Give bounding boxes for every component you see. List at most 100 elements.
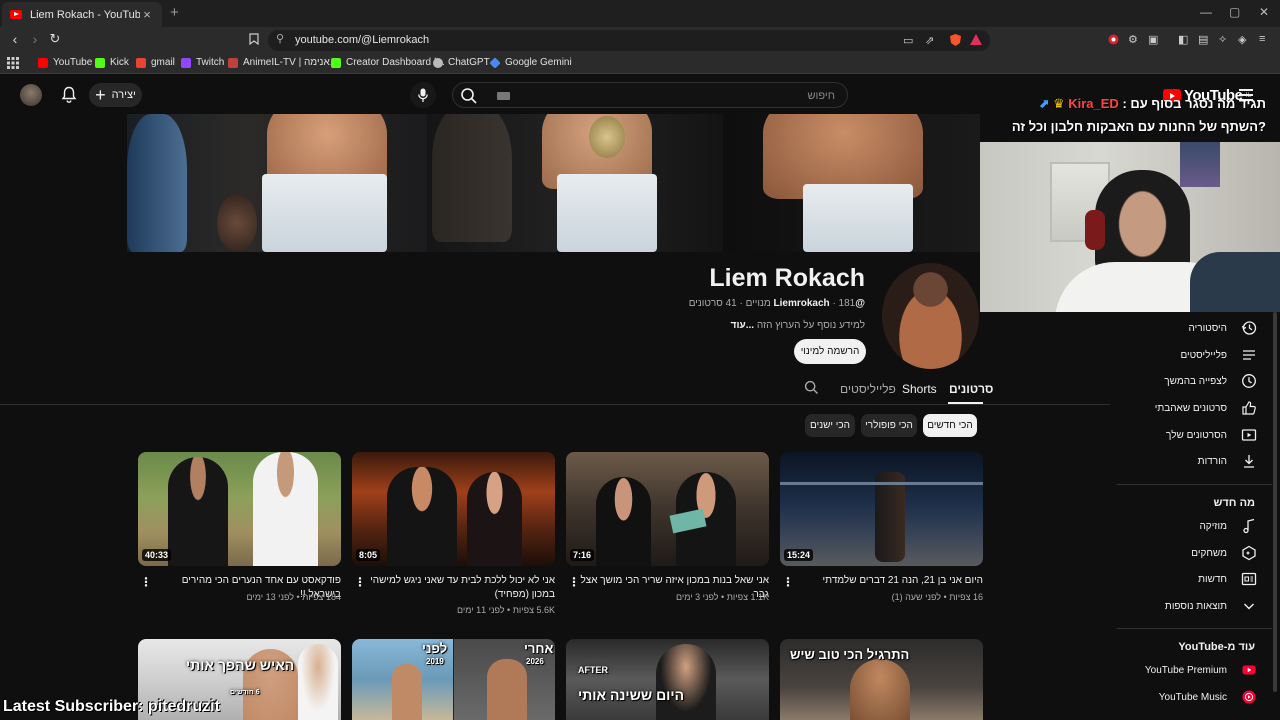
extensions-icon[interactable]: ⚙ [1128,33,1138,46]
tab-title: Liem Rokach - YouTube [30,8,140,21]
sidebar-item-youtube-music[interactable]: YouTube Music [1117,684,1257,710]
like-icon [1241,400,1257,416]
sidebar-item-label: סרטונים שאהבתי [1154,402,1227,414]
gaming-icon [1241,545,1257,561]
video-thumbnail[interactable]: לפני 2019 אחרי 2026 [352,639,555,720]
create-button[interactable]: + יצירה [89,83,142,107]
bookmark-gemini[interactable]: Google Gemini [489,56,572,69]
voice-search-button[interactable] [410,82,436,108]
search-icon[interactable] [460,87,478,108]
cast-icon[interactable]: ▭ [903,34,913,47]
extension-record-icon[interactable] [1108,34,1119,48]
webcam-chair [1190,252,1280,312]
close-tab-icon[interactable]: × [140,7,154,22]
sidebar-item-history[interactable]: היסטוריה [1117,315,1257,341]
chip-oldest[interactable]: הכי ישנים [805,414,855,437]
bookmark-kick[interactable]: Kick [95,57,129,68]
video-title[interactable]: אני לא יכול ללכת לבית עד שאני ניגש למישה… [365,574,555,602]
tab-playlists[interactable]: פלייליסטים [840,382,896,396]
alert-text: תגיד מה נסגר בסוף עם : [1122,96,1266,111]
site-info-icon[interactable]: ⚲ [276,32,284,45]
subscribe-button[interactable]: הרשמה למינוי [794,339,866,364]
video-meta: 1.1K צפיות • לפני 3 ימים [676,592,769,602]
chip-popular[interactable]: הכי פופולרי [861,414,917,437]
video-thumbnail[interactable]: התרגיל הכי טוב שיש [780,639,983,720]
sidebar-item-youtube-premium[interactable]: YouTube Premium [1117,657,1257,683]
sidebar-item-playlists[interactable]: פלייליסטים [1117,342,1257,368]
account-avatar[interactable] [20,84,42,106]
extension-box-icon[interactable]: ▣ [1148,33,1158,46]
minimize-icon[interactable]: — [1200,5,1212,19]
sidebar-item-news[interactable]: חדשות [1117,566,1257,592]
bookmark-creator-dashboard[interactable]: Creator Dashboard |... [331,57,445,68]
sidebar-item-your-videos[interactable]: הסרטונים שלך [1117,422,1257,448]
tab-videos[interactable]: סרטונים [949,382,993,396]
webcam-poster [1180,142,1220,187]
video-thumbnail[interactable]: 8:05 [352,452,555,566]
thumbnail-text: אחרי [524,641,554,656]
vpn-icon[interactable]: ◈ [1238,33,1246,46]
back-icon[interactable]: ‹ [6,31,24,47]
forward-icon[interactable]: › [26,31,44,47]
bookmark-chatgpt[interactable]: ChatGPT [433,57,490,68]
reload-icon[interactable]: ↻ [46,31,64,47]
video-duration: 8:05 [356,549,381,561]
bookmark-twitch[interactable]: Twitch [181,57,224,68]
video-duration: 40:33 [142,549,172,561]
sidebar-item-downloads[interactable]: הורדות [1117,448,1257,474]
video-thumbnail[interactable]: 7:16 [566,452,769,566]
sidebar-item-music[interactable]: מוזיקה [1117,513,1257,539]
thumbnail-text: היום ששינה אותי [578,687,685,703]
apps-grid-icon[interactable] [7,57,19,69]
leo-ai-icon[interactable]: ✧ [1218,33,1227,46]
sidebar-item-watch-later[interactable]: לצפייה בהמשך [1117,368,1257,394]
sidebar-item-label: היסטוריה [1188,322,1228,334]
video-menu-icon[interactable]: ⋮ [140,575,152,589]
browser-menu-icon[interactable]: ≡ [1259,33,1265,45]
notifications-bell-icon[interactable] [61,86,77,107]
bookmark-gmail[interactable]: gmail [136,57,175,68]
browser-tab[interactable]: Liem Rokach - YouTube × [2,2,162,27]
maximize-icon[interactable]: ▢ [1229,5,1240,19]
brave-rewards-icon[interactable] [970,34,982,48]
sidebar-item-more-results[interactable]: תוצאות נוספות [1117,593,1257,619]
channel-avatar[interactable] [882,263,979,369]
bookmark-icon[interactable] [249,33,259,48]
thumbnail-figure [487,659,527,720]
video-menu-icon[interactable]: ⋮ [354,575,366,589]
brave-shield-icon[interactable] [949,33,962,50]
keyboard-icon[interactable] [497,92,510,100]
video-menu-icon[interactable]: ⋮ [782,575,794,589]
description-more-link[interactable]: ...עוד [731,320,754,331]
thumbnail-figure [392,664,422,720]
share-icon[interactable]: ⇗ [925,34,934,47]
thumbnail-figure [875,472,905,562]
medal-icon [589,116,625,158]
new-tab-icon[interactable]: + [170,4,179,21]
sidebar-item-label: YouTube Premium [1144,664,1227,676]
sidebar-scrollbar[interactable] [1273,312,1277,692]
gemini-bookmark-icon [489,56,501,69]
plus-icon: + [95,85,106,105]
close-window-icon[interactable]: ✕ [1259,5,1269,19]
sidebar-item-label: פלייליסטים [1180,349,1227,361]
sidebar-item-gaming[interactable]: משחקים [1117,540,1257,566]
video-thumbnail[interactable]: 40:33 [138,452,341,566]
bookmark-label: Twitch [196,57,225,68]
channel-search-icon[interactable] [804,380,819,398]
sidebar-toggle-icon[interactable]: ◧ [1178,33,1188,46]
sidebar-item-liked-videos[interactable]: סרטונים שאהבתי [1117,395,1257,421]
video-menu-icon[interactable]: ⋮ [568,575,580,589]
tab-shorts[interactable]: Shorts [902,382,937,396]
channel-description[interactable]: למידע נוסף על הערוץ הזה ...עוד [731,320,865,331]
bookmark-youtube[interactable]: YouTube [38,57,92,68]
wallet-icon[interactable]: ▤ [1198,33,1208,46]
video-thumbnail[interactable]: AFTER היום ששינה אותי [566,639,769,720]
chip-latest[interactable]: הכי חדשים [923,414,977,437]
video-title[interactable]: היום אני בן 21, הנה 21 דברים שלמדתי [793,574,983,588]
video-thumbnail[interactable]: 15:24 [780,452,983,566]
search-input[interactable]: חיפוש [452,82,848,108]
search-placeholder: חיפוש [807,90,835,102]
address-bar[interactable]: ⚲ youtube.com/@Liemrokach ▭ ⇗ [268,30,990,51]
bookmark-animeil[interactable]: AnimeIL-TV | אנימה... [228,57,338,68]
